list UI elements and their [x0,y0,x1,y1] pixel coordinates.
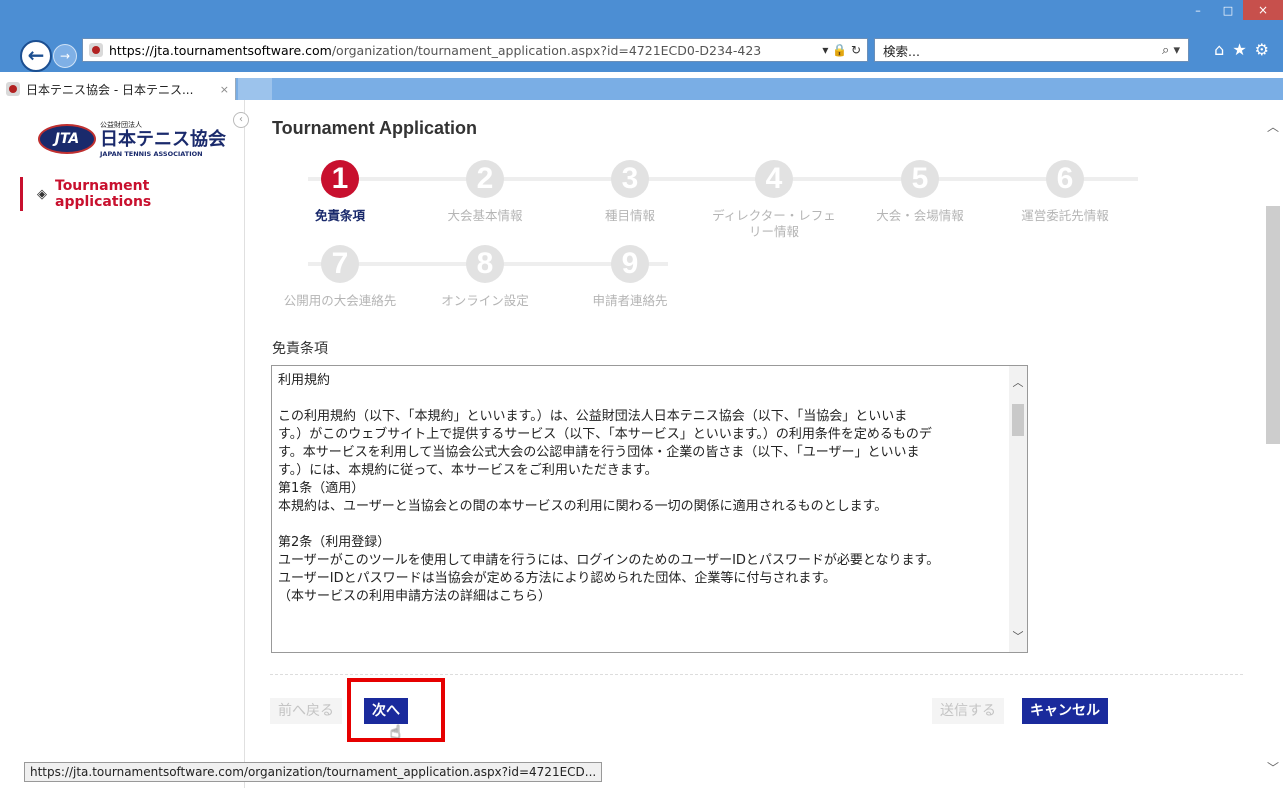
jta-logo[interactable]: JTA 公益財団法人 日本テニス協会 JAPAN TENNIS ASSOCIAT… [38,120,226,158]
tab-close-icon[interactable]: × [220,83,229,96]
step-number: 9 [611,245,649,283]
forward-button[interactable]: → [53,44,77,68]
step-label: 種目情報 [604,208,655,223]
hand-cursor-icon: ☝ [390,722,401,743]
article-title: 第2条（利用登録） [278,535,391,550]
address-bar-actions[interactable]: ▾ 🔒 ↻ [816,43,861,57]
step-number: 7 [321,245,359,283]
step-label: 運営委託先情報 [1021,208,1109,223]
scroll-up-icon[interactable]: ︿ [1267,118,1279,135]
step-number: 3 [611,160,649,198]
address-bar[interactable]: https:// jta.tournamentsoftware.com /org… [82,38,868,62]
step-1[interactable]: 1 免責条項 [268,160,412,224]
jta-emblem: JTA [38,124,96,154]
tab-title: 日本テニス協会 - 日本テニス... [26,82,194,97]
page-title: Tournament Application [272,118,477,138]
terms-line: す。本サービスを利用して当協会公式大会の公認申請を行う団体・企業の皆さま（以下、… [278,445,920,460]
search-placeholder: 検索... [883,43,920,59]
logo-title: 日本テニス協会 [100,129,226,150]
tab-favicon-icon [6,82,20,96]
step-label: 申請者連絡先 [592,293,668,308]
page-scrollbar[interactable]: ︿ ﹀ [1263,100,1283,788]
scroll-down-icon[interactable]: ﹀ [1267,759,1279,776]
send-button[interactable]: 送信する [932,698,1004,724]
collapse-sidebar-icon[interactable]: ‹ [233,112,249,128]
url-scheme: https:// [109,42,154,58]
sidebar-item-tournament-applications[interactable]: ◈ Tournament applications [20,177,245,211]
terms-textarea[interactable]: 利用規約 この利用規約（以下、「本規約」といいます。）は、公益財団法人日本テニス… [271,365,1028,653]
step-label: 大会・会場情報 [876,208,964,223]
shield-icon: ◈ [37,186,47,202]
web-page: JTA 公益財団法人 日本テニス協会 JAPAN TENNIS ASSOCIAT… [0,100,1283,788]
browser-navbar: ← → https:// jta.tournamentsoftware.com … [0,20,1283,72]
terms-line: す。）がこのウェブサイト上で提供するサービス（以下、「本サービス」といいます。）… [278,427,932,442]
terms-line: す。）には、本規約に従って、本サービスをご利用いただきます。 [278,463,658,478]
article-title: 第1条（適用） [278,481,365,496]
terms-content: 利用規約 この利用規約（以下、「本規約」といいます。）は、公益財団法人日本テニス… [278,372,1027,606]
terms-line: この利用規約（以下、「本規約」といいます。）は、公益財団法人日本テニス協会（以下… [278,409,908,424]
scroll-thumb[interactable] [1012,404,1024,436]
minimize-button[interactable]: – [1183,0,1213,20]
cancel-button[interactable]: キャンセル [1022,698,1108,724]
step-label: 公開用の大会連絡先 [283,293,397,308]
search-icon[interactable]: ⌕ ▾ [1162,43,1180,58]
divider [270,674,1243,675]
favorites-star-icon[interactable]: ★ [1232,40,1246,59]
sidebar-item-label: Tournament applications [55,178,152,210]
site-favicon-icon [89,43,103,57]
logo-text: 公益財団法人 日本テニス協会 JAPAN TENNIS ASSOCIATION [100,120,226,158]
step-label: 大会基本情報 [447,208,523,223]
url-host: jta.tournamentsoftware.com [153,42,332,58]
settings-gear-icon[interactable]: ⚙ [1255,40,1269,59]
step-9[interactable]: 9 申請者連絡先 [558,245,702,309]
terms-line: （本サービスの利用申請方法の詳細はこちら） [278,589,552,604]
step-label: ディレクター・レフェリー情報 [712,208,836,239]
terms-line: ユーザーがこのツールを使用して申請を行うには、ログインのためのユーザーIDとパス… [278,553,940,568]
logo-english: JAPAN TENNIS ASSOCIATION [100,150,203,158]
step-3[interactable]: 3 種目情報 [558,160,702,224]
step-7[interactable]: 7 公開用の大会連絡先 [268,245,412,309]
main-content: Tournament Application 1 免責条項 2 大会基本情報 3… [268,100,1258,788]
close-window-button[interactable]: × [1243,0,1283,20]
step-number: 6 [1046,160,1084,198]
step-number: 1 [321,160,359,198]
url-path: /organization/tournament_application.asp… [331,42,762,58]
scroll-up-icon[interactable]: ︿ [1009,374,1027,392]
back-button[interactable]: ← [20,40,52,72]
step-number: 5 [901,160,939,198]
step-label: オンライン設定 [441,293,529,308]
browser-toolbar-icons: ⌂ ★ ⚙ [1214,40,1269,59]
step-6[interactable]: 6 運営委託先情報 [993,160,1137,224]
window-controls: – □ × [1183,0,1283,20]
step-label: 免責条項 [314,208,365,223]
step-number: 4 [755,160,793,198]
section-label: 免責条項 [272,341,328,357]
terms-line: ユーザーIDとパスワードは当協会が定める方法により認められた団体、企業等に付与さ… [278,571,837,586]
status-bar-url: https://jta.tournamentsoftware.com/organ… [24,762,603,782]
browser-search-box[interactable]: 検索... ⌕ ▾ [874,38,1189,62]
new-tab-button[interactable] [238,78,272,100]
browser-tab-strip: 日本テニス協会 - 日本テニス... × [0,78,1283,100]
step-8[interactable]: 8 オンライン設定 [413,245,557,309]
maximize-button[interactable]: □ [1213,0,1243,20]
terms-heading: 利用規約 [278,373,331,388]
terms-line: 本規約は、ユーザーと当協会との間の本サービスの利用に関わる一切の関係に適用される… [278,499,888,514]
step-4[interactable]: 4 ディレクター・レフェリー情報 [702,160,846,240]
browser-tab-active[interactable]: 日本テニス協会 - 日本テニス... × [0,78,236,100]
step-5[interactable]: 5 大会・会場情報 [848,160,992,224]
sidebar: JTA 公益財団法人 日本テニス協会 JAPAN TENNIS ASSOCIAT… [0,100,249,788]
step-2[interactable]: 2 大会基本情報 [413,160,557,224]
prev-button[interactable]: 前へ戻る [270,698,342,724]
step-number: 8 [466,245,504,283]
step-number: 2 [466,160,504,198]
terms-scrollbar[interactable]: ︿ ﹀ [1009,366,1027,652]
home-icon[interactable]: ⌂ [1214,40,1224,59]
scroll-down-icon[interactable]: ﹀ [1009,628,1027,646]
page-scroll-thumb[interactable] [1266,206,1280,444]
